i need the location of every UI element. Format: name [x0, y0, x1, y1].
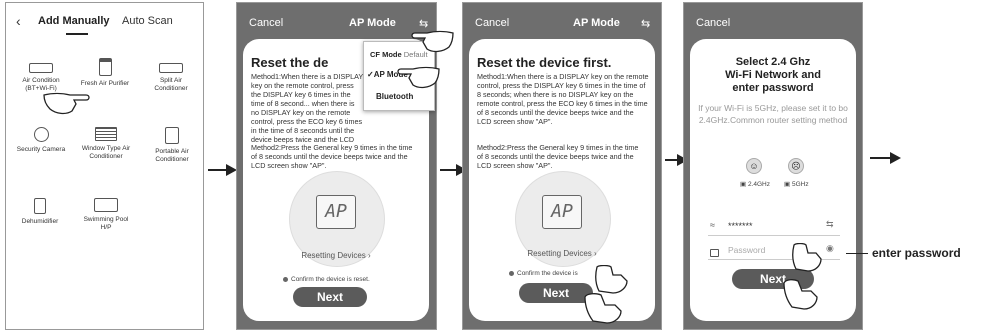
- method1-text: Method1:When there is a DISPLAY key on t…: [477, 72, 649, 126]
- ap-display: AP: [316, 195, 356, 229]
- wifi-network-field[interactable]: ≈ ******* ⇆: [708, 219, 840, 236]
- pointing-hand-icon: [397, 66, 440, 89]
- pointing-hand-icon: [595, 265, 628, 294]
- device-item-portable-ac[interactable]: Portable Air Conditioner: [144, 127, 200, 164]
- purifier-icon: [98, 58, 112, 76]
- split-ac-icon: [159, 63, 183, 73]
- device-item-dehumidifier[interactable]: Dehumidifier: [12, 198, 68, 226]
- enter-password-annotation: enter password: [872, 246, 961, 260]
- pointing-hand-icon: [783, 279, 818, 310]
- checkmark-icon: ✓: [367, 70, 374, 79]
- pointing-hand-icon: [792, 243, 822, 272]
- password-placeholder: Password: [728, 245, 766, 255]
- method2-text: Method2:Press the General key 9 times in…: [477, 143, 639, 170]
- dropdown-item-bluetooth[interactable]: Bluetooth: [376, 92, 413, 101]
- wifi-icon: ≈: [710, 220, 715, 230]
- cancel-button[interactable]: Cancel: [249, 17, 283, 29]
- method1-text: Method1:When there is a DISPLAY key on t…: [251, 72, 363, 144]
- ap-display: AP: [542, 195, 582, 229]
- tab-auto-scan[interactable]: Auto Scan: [122, 15, 173, 27]
- device-item-window-ac[interactable]: Window Type Air Conditioner: [78, 127, 134, 161]
- show-password-icon[interactable]: ◉: [826, 243, 834, 254]
- tab-underline: [66, 33, 88, 35]
- cancel-button[interactable]: Cancel: [696, 17, 730, 29]
- smile-icon: ☺: [746, 158, 762, 174]
- confirm-reset-checkbox[interactable]: Confirm the device is: [509, 270, 578, 277]
- wifi-title: Select 2.4 Ghz Wi-Fi Network and enter p…: [725, 56, 821, 94]
- router-icon: ▣: [740, 181, 747, 188]
- reset-title: Reset the device first.: [477, 55, 612, 70]
- flow-arrow: [870, 152, 901, 164]
- mode-selector[interactable]: AP Mode: [573, 17, 620, 29]
- reset-device-screen-dropdown: Cancel AP Mode ⇆ Reset the de Method1:Wh…: [236, 2, 454, 330]
- cancel-button[interactable]: Cancel: [475, 17, 509, 29]
- device-item-security-camera[interactable]: Security Camera: [16, 127, 66, 154]
- back-icon[interactable]: ‹: [16, 13, 21, 29]
- sad-icon: ☹: [788, 158, 804, 174]
- camera-icon: [33, 127, 49, 142]
- flow-arrow: [208, 164, 237, 176]
- router-icon: ▣: [784, 181, 791, 188]
- band-24ghz-label: ▣ 2.4GHz: [740, 181, 771, 188]
- tab-add-manually[interactable]: Add Manually: [38, 15, 110, 27]
- annotation-line: [846, 253, 868, 254]
- pointing-hand-icon: [411, 30, 454, 53]
- resetting-devices-link[interactable]: Resetting Devices ›: [515, 249, 609, 258]
- add-device-screen: ‹ Add Manually Auto Scan Air Condition (…: [5, 2, 204, 330]
- band-5ghz-label: ▣ 5GHz: [784, 181, 809, 188]
- switch-network-icon[interactable]: ⇆: [826, 219, 834, 230]
- wifi-info-text: If your Wi-Fi is 5GHz, please set it to …: [698, 103, 848, 125]
- device-item-split-ac[interactable]: Split Air Conditioner: [144, 63, 198, 93]
- switch-mode-icon[interactable]: ⇆: [641, 17, 650, 30]
- flow-arrow: [440, 164, 467, 176]
- confirm-reset-checkbox[interactable]: Confirm the device is reset.: [283, 276, 370, 283]
- pool-hp-icon: [94, 198, 118, 212]
- device-item-swimming-pool[interactable]: Swimming Pool H/P: [80, 198, 132, 232]
- resetting-devices-link[interactable]: Resetting Devices ›: [289, 251, 383, 260]
- device-item-fresh-air-purifier[interactable]: Fresh Air Purifier: [80, 58, 130, 88]
- lock-icon: [710, 249, 719, 257]
- dehumidifier-icon: [34, 198, 46, 214]
- flow-arrow: [665, 154, 688, 166]
- mode-selector[interactable]: AP Mode: [349, 17, 396, 29]
- wifi-value: *******: [728, 221, 753, 231]
- method2-text: Method2:Press the General key 9 times in…: [251, 143, 413, 170]
- window-ac-icon: [95, 127, 117, 141]
- split-ac-icon: [29, 63, 53, 73]
- pointing-hand-icon: [584, 293, 622, 324]
- pointing-hand-icon: [43, 92, 90, 115]
- next-button[interactable]: Next: [293, 287, 367, 307]
- reset-title: Reset the de: [251, 55, 329, 70]
- reset-device-screen: Cancel AP Mode ⇆ Reset the device first.…: [462, 2, 662, 330]
- wifi-setup-screen: Cancel Select 2.4 Ghz Wi-Fi Network and …: [683, 2, 863, 330]
- portable-ac-icon: [165, 127, 179, 144]
